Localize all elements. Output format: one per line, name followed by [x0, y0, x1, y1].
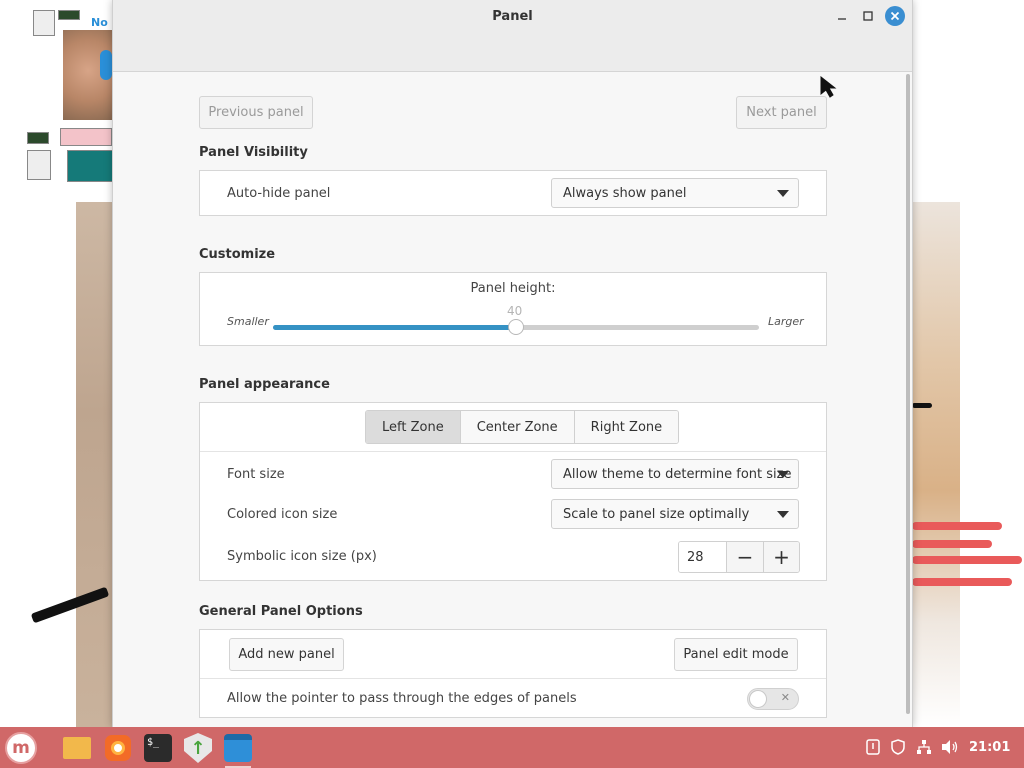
close-button[interactable] [885, 6, 905, 26]
divider [200, 678, 826, 679]
divider [200, 451, 826, 452]
panel-height-slider[interactable] [273, 319, 759, 335]
firefox-icon [105, 735, 131, 761]
minimize-button[interactable] [833, 7, 851, 25]
shield-icon[interactable] [891, 739, 905, 759]
desktop-photo-detail [100, 50, 112, 80]
tab-left-zone[interactable]: Left Zone [366, 411, 461, 443]
slider-min-label: Smaller [227, 315, 269, 328]
previous-panel-button[interactable]: Previous panel [199, 96, 313, 129]
symbolic-icon-size-stepper: 28 − + [678, 541, 800, 573]
desktop-drawing [912, 578, 1012, 586]
dropdown-arrow-icon [777, 471, 789, 478]
update-manager-icon: ↑ [184, 733, 212, 763]
next-panel-button[interactable]: Next panel [736, 96, 827, 129]
minimize-icon [838, 18, 846, 20]
desktop-thumbnail [60, 128, 112, 146]
symbolic-icon-size-label: Symbolic icon size (px) [227, 549, 377, 564]
terminal-icon: $_ [144, 734, 172, 762]
desktop-thumbnail [33, 10, 55, 36]
desktop-photo-right [912, 202, 960, 727]
decrement-button[interactable]: − [727, 542, 763, 572]
desktop-text: No [91, 16, 108, 29]
pass-through-label: Allow the pointer to pass through the ed… [227, 691, 577, 706]
panel-height-value: 40 [507, 304, 523, 318]
autohide-select-value: Always show panel [563, 185, 687, 201]
dropdown-arrow-icon [777, 190, 789, 197]
appearance-card: Left Zone Center Zone Right Zone Font si… [199, 402, 827, 581]
taskbar-app-panel-settings[interactable] [221, 731, 255, 768]
font-size-select-value: Allow theme to determine font size [563, 466, 792, 482]
colored-icon-size-select[interactable]: Scale to panel size optimally [551, 499, 799, 529]
titlebar: Panel [113, 0, 912, 72]
close-icon [890, 11, 900, 21]
zone-tabs: Left Zone Center Zone Right Zone [365, 410, 680, 444]
notification-icon[interactable] [866, 739, 880, 759]
mint-logo-icon: m [5, 732, 37, 764]
clock[interactable]: 21:01 [969, 740, 1010, 755]
increment-button[interactable]: + [763, 542, 799, 572]
taskbar-app-update-manager[interactable]: ↑ [181, 731, 215, 765]
symbolic-icon-size-input[interactable]: 28 [679, 542, 727, 572]
maximize-icon [863, 11, 873, 21]
dropdown-arrow-icon [777, 511, 789, 518]
folder-icon [63, 737, 91, 759]
slider-fill [273, 325, 516, 330]
customize-card: Panel height: 40 Smaller Larger [199, 272, 827, 346]
pass-through-toggle[interactable]: ✕ [747, 688, 799, 710]
window-icon [224, 734, 252, 762]
section-title-customize: Customize [199, 247, 276, 262]
taskbar-app-files[interactable] [60, 731, 94, 765]
scrollbar[interactable] [906, 74, 910, 714]
volume-icon[interactable] [941, 739, 959, 759]
general-card: Add new panel Panel edit mode Allow the … [199, 629, 827, 718]
autohide-label: Auto-hide panel [227, 186, 331, 201]
panel-settings-window: Panel Previous panel Next panel Panel Vi… [112, 0, 913, 727]
panel-height-label: Panel height: [470, 281, 556, 296]
add-new-panel-button[interactable]: Add new panel [229, 638, 344, 671]
desktop-drawing [912, 556, 1022, 564]
colored-icon-size-value: Scale to panel size optimally [563, 506, 750, 522]
section-title-visibility: Panel Visibility [199, 145, 308, 160]
slider-max-label: Larger [768, 315, 804, 328]
toggle-off-icon: ✕ [780, 691, 790, 704]
desktop-drawing [912, 403, 932, 408]
start-menu-button[interactable]: m [4, 731, 38, 765]
desktop-thumbnail [67, 150, 113, 182]
slider-thumb[interactable] [508, 319, 524, 335]
desktop-thumbnail [27, 132, 49, 144]
window-title: Panel [492, 9, 533, 24]
desktop-drawing [912, 540, 992, 548]
mouse-pointer-icon [820, 76, 837, 98]
font-size-select[interactable]: Allow theme to determine font size [551, 459, 799, 489]
section-title-appearance: Panel appearance [199, 377, 330, 392]
autohide-select[interactable]: Always show panel [551, 178, 799, 208]
desktop-drawing [912, 522, 1002, 530]
taskbar-app-terminal[interactable]: $_ [141, 731, 175, 765]
taskbar: m $_ ↑ 21:01 [0, 727, 1024, 768]
desktop-thumbnail [27, 150, 51, 180]
toggle-knob [749, 690, 767, 708]
section-title-general: General Panel Options [199, 604, 363, 619]
font-size-label: Font size [227, 467, 285, 482]
taskbar-app-firefox[interactable] [101, 731, 135, 765]
tab-center-zone[interactable]: Center Zone [460, 411, 575, 443]
visibility-card: Auto-hide panel Always show panel [199, 170, 827, 216]
panel-edit-mode-button[interactable]: Panel edit mode [674, 638, 798, 671]
desktop-thumbnail [58, 10, 80, 20]
desktop-photo-left [76, 202, 116, 727]
tab-right-zone[interactable]: Right Zone [574, 411, 679, 443]
maximize-button[interactable] [859, 7, 877, 25]
network-icon[interactable] [916, 739, 932, 759]
colored-icon-size-label: Colored icon size [227, 507, 338, 522]
